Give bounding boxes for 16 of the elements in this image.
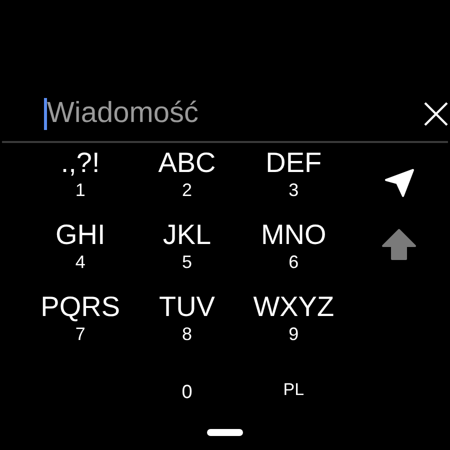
shift-icon [382, 229, 416, 261]
key-button[interactable]: DEF 3 [240, 147, 347, 213]
key-button[interactable]: MNO 6 [240, 219, 347, 285]
send-icon [384, 168, 414, 198]
close-icon [424, 102, 448, 126]
key-button[interactable]: TUV 8 [134, 291, 240, 357]
key-button[interactable]: ABC 2 [134, 147, 240, 213]
key-button[interactable]: .,?! 1 [27, 147, 134, 213]
language-button[interactable]: PL [240, 363, 347, 413]
key-button[interactable]: GHI 4 [27, 219, 134, 285]
key-button[interactable]: 0 [134, 363, 240, 413]
key-button[interactable]: PQRS 7 [27, 291, 134, 357]
key-button[interactable]: JKL 5 [134, 219, 240, 285]
key-button[interactable]: WXYZ 9 [240, 291, 347, 357]
home-indicator [207, 429, 243, 436]
message-field[interactable]: Wiadomość [47, 94, 424, 134]
